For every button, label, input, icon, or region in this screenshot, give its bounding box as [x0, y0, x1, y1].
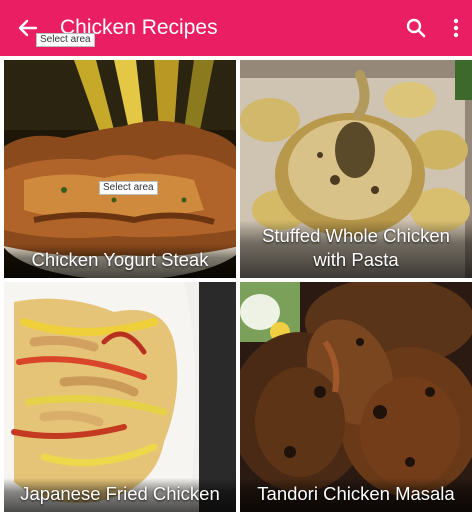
recipe-title: Tandori Chicken Masala [240, 478, 472, 512]
arrow-back-icon [18, 19, 38, 37]
recipe-card[interactable]: Tandori Chicken Masala [240, 282, 472, 512]
recipe-title: Stuffed Whole Chicken with Pasta [240, 220, 472, 278]
recipe-card[interactable]: Japanese Fried Chicken [4, 282, 236, 512]
more-vert-icon [453, 18, 459, 38]
recipe-card[interactable]: Stuffed Whole Chicken with Pasta [240, 60, 472, 278]
search-button[interactable] [402, 14, 430, 42]
search-icon [406, 18, 426, 38]
app-bar: Chicken Recipes [0, 0, 472, 56]
recipe-title: Japanese Fried Chicken [4, 478, 236, 512]
select-area-label[interactable]: Select area [36, 33, 95, 47]
recipe-card[interactable]: Chicken Yogurt Steak [4, 60, 236, 278]
recipe-title: Chicken Yogurt Steak [4, 244, 236, 278]
recipe-grid: Chicken Yogurt Steak Stuffed Whole Chick… [0, 56, 472, 512]
more-options-button[interactable] [444, 14, 468, 42]
select-area-label[interactable]: Select area [99, 181, 158, 195]
